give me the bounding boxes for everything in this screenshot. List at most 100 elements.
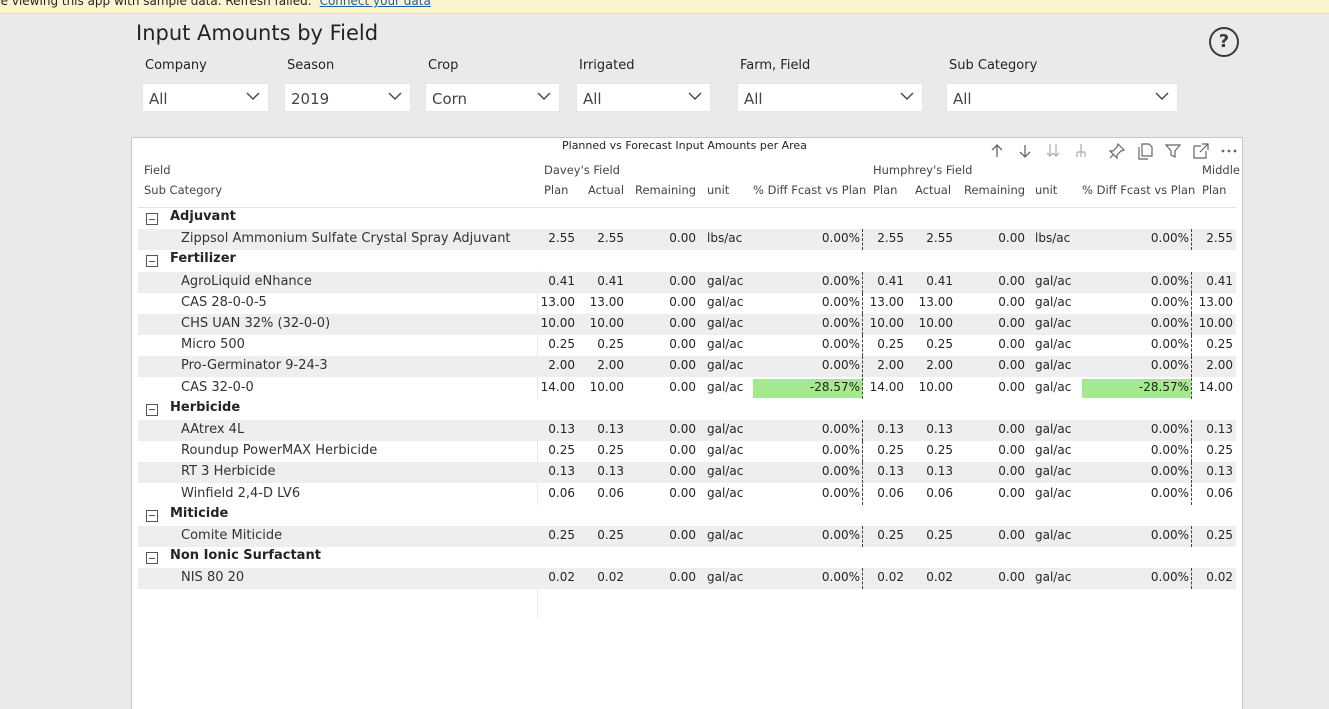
table-cell[interactable]: 13.00 [584, 295, 624, 309]
pin-icon[interactable] [1108, 142, 1126, 160]
table-cell[interactable]: 2.55 [1193, 231, 1233, 245]
table-cell[interactable]: 2.00 [1193, 358, 1233, 372]
table-cell[interactable]: gal/ac [1035, 295, 1071, 309]
table-cell[interactable]: gal/ac [1035, 486, 1071, 500]
table-cell[interactable]: 0.25 [584, 337, 624, 351]
table-cell[interactable]: 0.00 [965, 486, 1025, 500]
table-cell[interactable]: gal/ac [707, 464, 743, 478]
table-cell[interactable]: gal/ac [707, 486, 743, 500]
table-cell[interactable]: 10.00 [584, 316, 624, 330]
table-cell[interactable]: 0.25 [864, 443, 904, 457]
table-cell[interactable]: 0.00 [965, 316, 1025, 330]
collapse-toggle-icon[interactable] [146, 552, 158, 565]
table-cell[interactable]: 0.13 [1193, 422, 1233, 436]
table-cell[interactable]: 13.00 [535, 295, 575, 309]
table-cell[interactable]: 0.00 [965, 422, 1025, 436]
collapse-toggle-icon[interactable] [146, 403, 158, 416]
table-cell[interactable]: 2.55 [584, 231, 624, 245]
table-cell[interactable]: 0.00 [636, 464, 696, 478]
measure-header[interactable]: unit [1035, 183, 1057, 197]
table-cell[interactable]: 0.13 [913, 422, 953, 436]
measure-header[interactable]: % Diff Fcast vs Plan [753, 183, 866, 197]
table-cell[interactable]: 0.25 [913, 337, 953, 351]
table-cell[interactable]: 0.00% [1091, 464, 1191, 478]
measure-header[interactable]: Actual [588, 183, 624, 197]
table-cell[interactable]: 0.41 [864, 274, 904, 288]
table-cell[interactable]: 0.00% [762, 422, 862, 436]
table-cell[interactable]: 0.00 [636, 528, 696, 542]
table-cell[interactable]: 0.00% [1091, 422, 1191, 436]
table-cell[interactable]: 0.00 [636, 486, 696, 500]
table-cell[interactable]: -28.57% [1091, 380, 1191, 394]
measure-header[interactable]: % Diff Fcast vs Plan [1082, 183, 1195, 197]
table-cell[interactable]: 0.00 [965, 464, 1025, 478]
table-cell[interactable]: 0.00 [636, 231, 696, 245]
table-cell[interactable]: 0.06 [864, 486, 904, 500]
table-cell[interactable]: 0.13 [535, 464, 575, 478]
measure-header[interactable]: Plan [544, 183, 568, 197]
expand-all-icon[interactable] [1044, 142, 1062, 160]
table-cell[interactable]: gal/ac [1035, 443, 1071, 457]
question-circle-icon[interactable]: ? [1209, 27, 1239, 57]
field-group-header[interactable]: Humphrey's Field [873, 163, 972, 177]
table-cell[interactable]: 0.00% [762, 464, 862, 478]
slicer-dropdown[interactable]: All [142, 83, 269, 112]
table-cell[interactable]: 14.00 [864, 380, 904, 394]
table-cell[interactable]: gal/ac [1035, 528, 1071, 542]
table-cell[interactable]: 0.00% [1091, 443, 1191, 457]
table-cell[interactable]: lbs/ac [707, 231, 742, 245]
table-cell[interactable]: 0.00 [965, 380, 1025, 394]
table-cell[interactable]: 0.25 [535, 528, 575, 542]
table-cell[interactable]: 0.13 [913, 464, 953, 478]
table-cell[interactable]: 0.00% [762, 337, 862, 351]
measure-header[interactable]: Plan [873, 183, 897, 197]
sort-down-icon[interactable] [1016, 142, 1034, 160]
table-cell[interactable]: gal/ac [707, 337, 743, 351]
table-cell[interactable]: gal/ac [707, 316, 743, 330]
table-cell[interactable]: gal/ac [1035, 358, 1071, 372]
sort-up-icon[interactable] [988, 142, 1006, 160]
table-cell[interactable]: 0.00 [965, 231, 1025, 245]
slicer-dropdown[interactable]: All [576, 83, 711, 112]
table-cell[interactable]: 0.41 [535, 274, 575, 288]
table-cell[interactable]: 0.02 [584, 570, 624, 584]
table-cell[interactable]: 0.00% [762, 358, 862, 372]
table-cell[interactable]: 2.00 [913, 358, 953, 372]
table-cell[interactable]: 0.00 [965, 528, 1025, 542]
table-cell[interactable]: 0.25 [1193, 443, 1233, 457]
table-cell[interactable]: 10.00 [1193, 316, 1233, 330]
table-cell[interactable]: 0.02 [535, 570, 575, 584]
table-cell[interactable]: 0.25 [1193, 337, 1233, 351]
table-cell[interactable]: 0.06 [584, 486, 624, 500]
table-cell[interactable]: 0.00 [965, 443, 1025, 457]
table-cell[interactable]: 13.00 [913, 295, 953, 309]
focus-mode-icon[interactable] [1192, 142, 1210, 160]
table-cell[interactable]: 0.00% [1091, 337, 1191, 351]
table-cell[interactable]: 0.00% [762, 316, 862, 330]
filter-icon[interactable] [1164, 142, 1182, 160]
more-options-icon[interactable] [1220, 142, 1238, 160]
table-cell[interactable]: 0.00 [636, 316, 696, 330]
table-cell[interactable]: gal/ac [1035, 316, 1071, 330]
table-cell[interactable]: 0.00 [636, 443, 696, 457]
table-cell[interactable]: lbs/ac [1035, 231, 1070, 245]
copy-icon[interactable] [1136, 142, 1154, 160]
table-cell[interactable]: 0.41 [913, 274, 953, 288]
table-cell[interactable]: 2.00 [535, 358, 575, 372]
drill-down-icon[interactable] [1072, 142, 1090, 160]
table-cell[interactable]: 0.00 [636, 380, 696, 394]
table-cell[interactable]: 2.55 [913, 231, 953, 245]
table-cell[interactable]: 0.00% [762, 528, 862, 542]
table-cell[interactable]: 0.25 [584, 528, 624, 542]
connect-data-link[interactable]: Connect your data [320, 0, 431, 8]
table-cell[interactable]: 0.13 [584, 422, 624, 436]
table-cell[interactable]: 0.00 [636, 358, 696, 372]
table-cell[interactable]: gal/ac [1035, 380, 1071, 394]
table-cell[interactable]: gal/ac [707, 443, 743, 457]
table-cell[interactable]: 10.00 [913, 380, 953, 394]
table-cell[interactable]: 0.00% [762, 231, 862, 245]
table-cell[interactable]: 10.00 [864, 316, 904, 330]
table-cell[interactable]: 10.00 [584, 380, 624, 394]
table-cell[interactable]: 0.00% [762, 443, 862, 457]
table-cell[interactable]: gal/ac [707, 274, 743, 288]
